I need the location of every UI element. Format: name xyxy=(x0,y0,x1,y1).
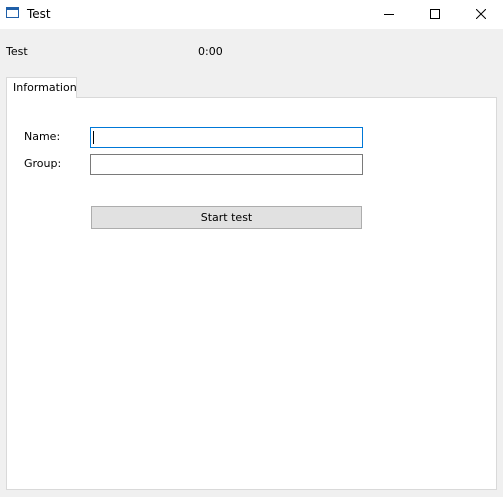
timer-label: 0:00 xyxy=(198,45,223,58)
group-label: Group: xyxy=(24,157,62,170)
window-icon xyxy=(6,7,19,18)
name-label: Name: xyxy=(24,130,61,143)
tab-information[interactable]: Information xyxy=(6,77,77,98)
start-test-button[interactable]: Start test xyxy=(91,206,362,229)
minimize-icon xyxy=(384,14,394,15)
maximize-button[interactable] xyxy=(412,0,458,29)
name-input[interactable] xyxy=(90,127,363,148)
close-button[interactable] xyxy=(458,0,503,29)
group-input[interactable] xyxy=(90,154,363,175)
close-icon xyxy=(476,9,486,19)
tab-label: Information xyxy=(13,81,77,94)
title-bar: Test xyxy=(0,0,503,29)
window-title: Test xyxy=(27,7,51,21)
text-caret xyxy=(93,131,94,144)
maximize-icon xyxy=(430,9,440,19)
minimize-button[interactable] xyxy=(366,0,412,29)
status-label: Test xyxy=(6,45,28,58)
